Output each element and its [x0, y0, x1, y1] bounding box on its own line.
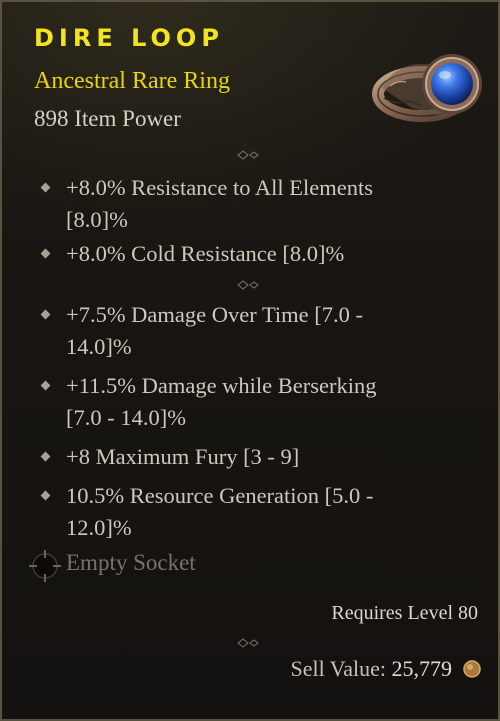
- section-divider: [28, 150, 480, 160]
- implicit-resistance-all-line2: [8.0]%: [66, 207, 128, 232]
- affix-bullet: [40, 182, 51, 193]
- item-name: DIRE LOOP: [34, 24, 224, 52]
- item-rarity: Ancestral Rare Ring: [34, 68, 230, 94]
- affix-maximum-fury: +8 Maximum Fury [3 - 9]: [66, 444, 300, 469]
- implicit-cold-resistance: +8.0% Cold Resistance [8.0]%: [66, 241, 345, 266]
- empty-socket-icon: [29, 550, 61, 582]
- affix-resource-generation-line2: 12.0]%: [66, 515, 132, 540]
- affix-resource-generation-line1: 10.5% Resource Generation [5.0 -: [66, 483, 374, 508]
- affix-damage-berserking-line1: +11.5% Damage while Berserking: [66, 373, 377, 398]
- item-tooltip: DIRE LOOP Ancestral Rare Ring 898 Item P…: [0, 0, 500, 721]
- sell-value-label: Sell Value:: [290, 656, 386, 681]
- required-level: Requires Level 80: [331, 602, 478, 624]
- affix-damage-over-time-line2: 14.0]%: [66, 334, 132, 359]
- empty-socket-label: Empty Socket: [66, 550, 196, 575]
- affix-damage-over-time-line1: +7.5% Damage Over Time [7.0 -: [66, 302, 364, 327]
- sell-value: Sell Value: 25,779: [290, 656, 452, 682]
- ring-icon: [372, 54, 482, 122]
- affix-bullet: [40, 309, 51, 320]
- affix-bullet: [40, 248, 51, 259]
- gold-coin-icon: [463, 660, 481, 678]
- section-divider: [28, 280, 480, 290]
- affix-damage-berserking-line2: [7.0 - 14.0]%: [66, 405, 186, 430]
- sell-value-amount: 25,779: [391, 656, 453, 681]
- affix-bullet: [40, 380, 51, 391]
- affix-bullet: [40, 490, 51, 501]
- implicit-resistance-all-line1: +8.0% Resistance to All Elements: [66, 175, 374, 200]
- section-divider: [28, 638, 480, 648]
- item-power: 898 Item Power: [34, 106, 181, 131]
- affix-bullet: [40, 451, 51, 462]
